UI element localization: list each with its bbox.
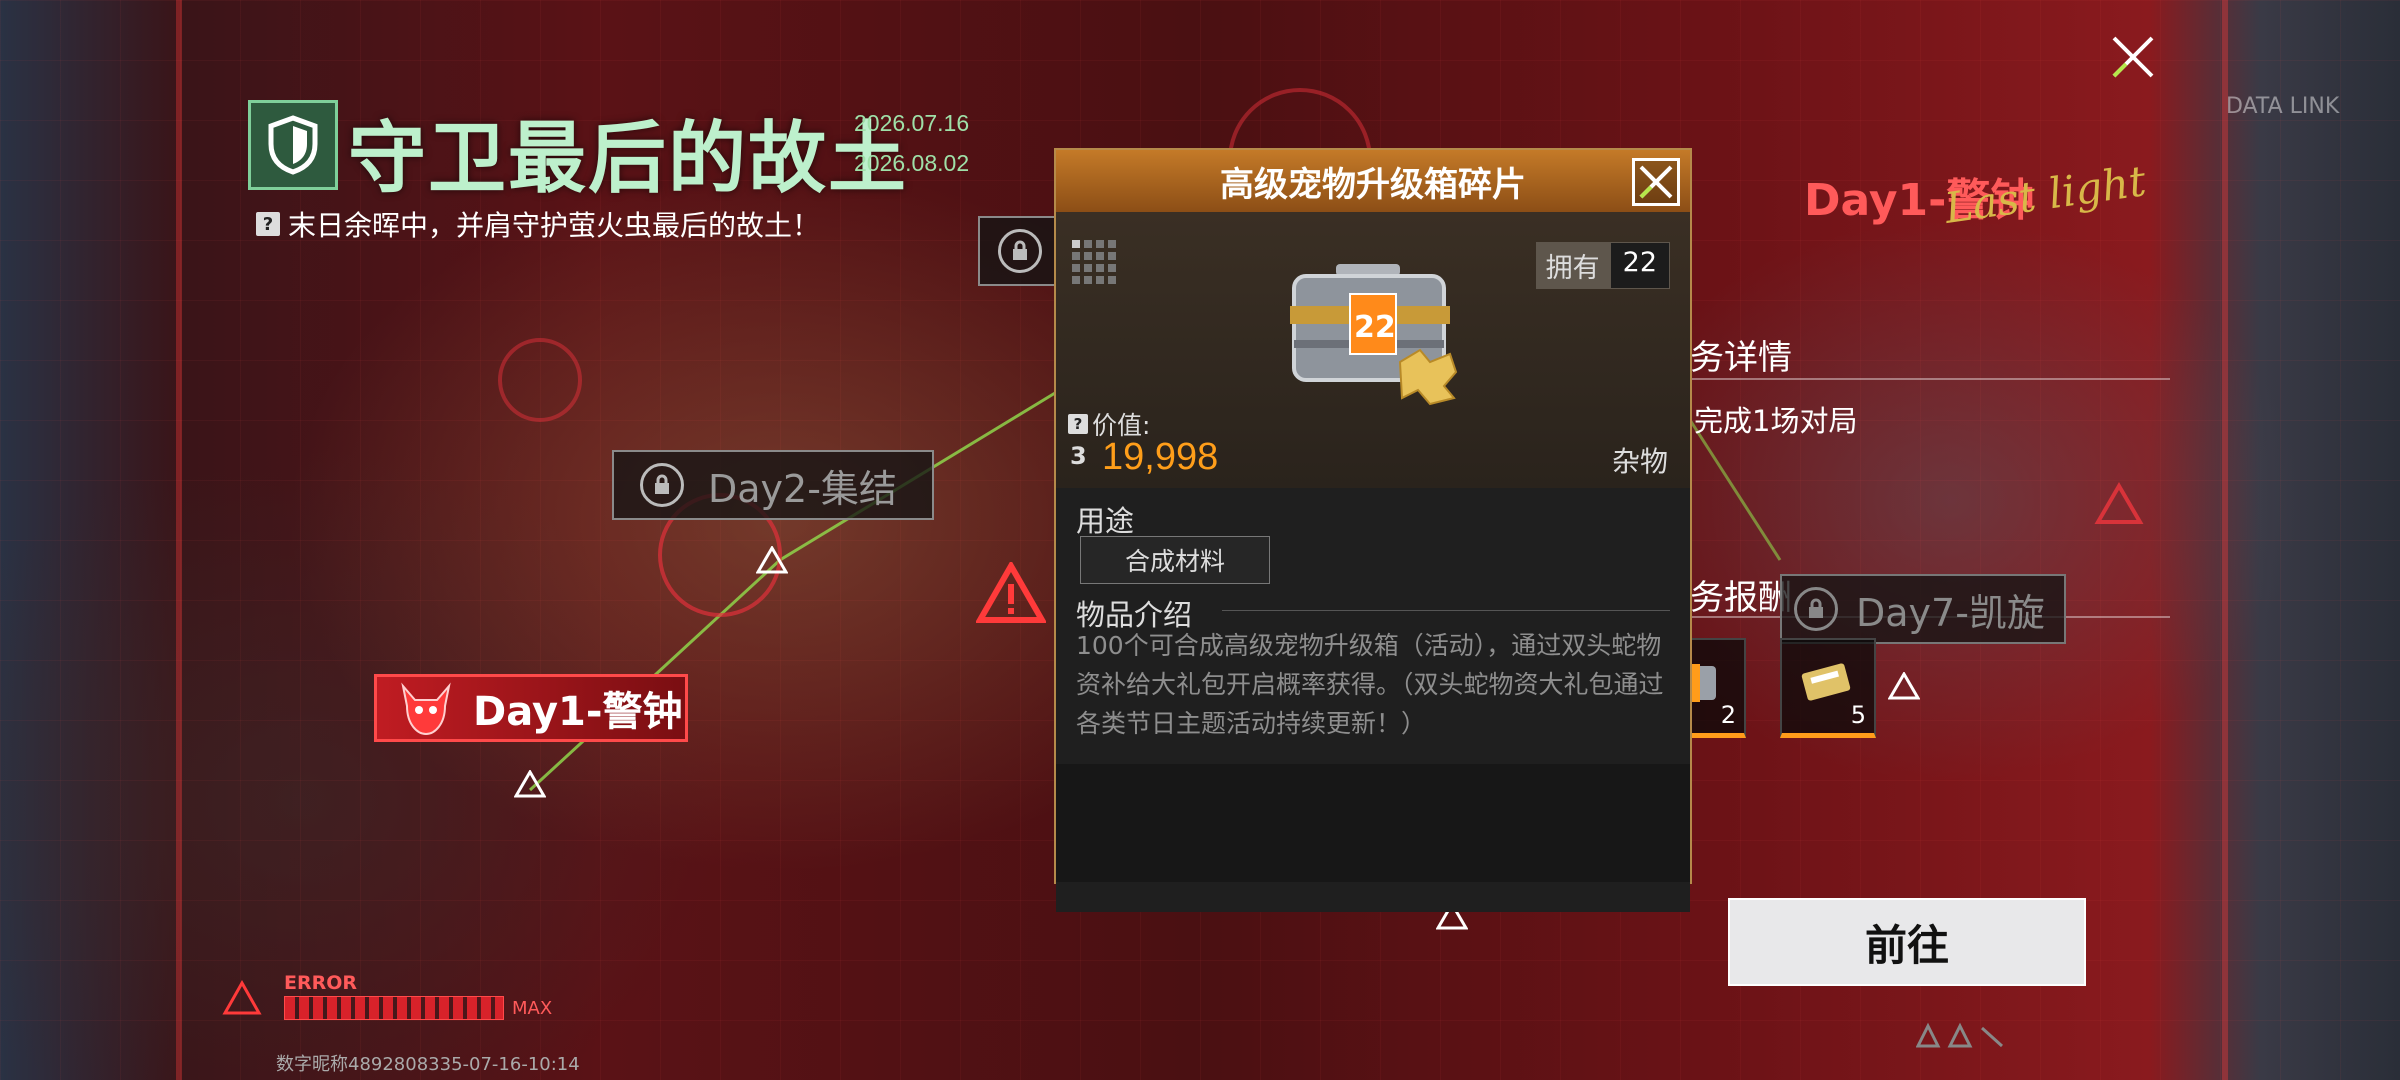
lock-icon [640, 463, 684, 507]
reward-count: 5 [1850, 701, 1866, 729]
help-icon[interactable]: ? [256, 212, 280, 236]
waypoint-triangle-icon [756, 546, 788, 574]
popup-close-button[interactable] [1632, 158, 1680, 206]
lock-icon [1794, 587, 1838, 631]
waypoint-triangle-icon [514, 770, 546, 798]
close-icon[interactable] [2108, 32, 2158, 82]
task-details-heading: 务详情 [1690, 338, 1792, 378]
ticket-icon [1801, 663, 1851, 701]
lock-icon [998, 229, 1042, 273]
usage-heading: 用途 [1076, 504, 1135, 538]
event-date-start: 2026.07.16 [854, 110, 970, 136]
demon-icon [401, 682, 451, 736]
warning-icon [2094, 482, 2144, 524]
player-id-footer: 数字昵称4892808335-07-16-10:14 [276, 1054, 580, 1075]
error-progress-bar [284, 996, 504, 1020]
map-node-day1-label: Day1-警钟 [473, 689, 683, 735]
currency-icon: 3 [1070, 442, 1087, 470]
map-node-day7[interactable]: Day7-凯旋 [1780, 574, 2066, 644]
warning-icon [222, 980, 262, 1015]
close-icon [1639, 165, 1673, 199]
task-reward-heading: 务报酬 [1690, 578, 1792, 618]
waypoint-triangle-icon [1888, 672, 1920, 700]
map-node-day2-label: Day2-集结 [708, 466, 897, 511]
reward-count: 2 [1720, 701, 1736, 729]
value-amount: 19,998 [1102, 436, 1219, 478]
usage-tag-label: 合成材料 [1124, 547, 1225, 576]
map-node-day7-label: Day7-凯旋 [1856, 590, 2045, 635]
help-icon[interactable]: ? [1068, 414, 1088, 434]
map-node-locked-top[interactable] [978, 216, 1062, 286]
nav-arrows-icon [1916, 1022, 2004, 1048]
task-description: 完成1场对局 [1694, 404, 1858, 438]
reward-item[interactable]: 5 [1780, 638, 1876, 738]
event-subtitle-row: ? 末日余晖中，并肩守护萤火虫最后的故土！ [256, 204, 820, 244]
usage-tag: 合成材料 [1080, 536, 1270, 584]
shield-icon [248, 100, 338, 190]
pet-crate-fragment-icon: 22 [1280, 258, 1480, 408]
error-label: ERROR [284, 972, 358, 994]
event-date-end: 2026.08.02 [854, 150, 970, 176]
grid-icon [1072, 240, 1116, 284]
divider [1690, 378, 2170, 380]
event-title: 守卫最后的故土 [348, 114, 909, 204]
item-detail-popup: 高级宠物升级箱碎片 拥有 22 22 ? 价值: 3 19,998 杂物 用途 … [1054, 148, 1692, 912]
max-label: MAX [512, 998, 553, 1019]
map-node-day2[interactable]: Day2-集结 [612, 450, 934, 520]
item-badge-number: 22 [1354, 310, 1396, 345]
item-category: 杂物 [1611, 445, 1668, 478]
divider [1222, 610, 1670, 611]
data-link-label: DATA LINK [2226, 94, 2340, 119]
warning-icon [976, 562, 1046, 623]
item-description: 100个可合成高级宠物升级箱（活动），通过双头蛇物资补给大礼包开启概率获得。（双… [1076, 631, 1664, 738]
owned-count: 22 [1609, 242, 1670, 289]
owned-counter: 拥有 22 [1535, 242, 1670, 289]
owned-label: 拥有 [1535, 242, 1610, 289]
event-subtitle: 末日余晖中，并肩守护萤火虫最后的故土！ [288, 209, 821, 242]
popup-title: 高级宠物升级箱碎片 [1220, 164, 1526, 205]
go-button-label: 前往 [1864, 920, 1949, 970]
go-button[interactable]: 前往 [1728, 898, 2086, 986]
map-node-day1[interactable]: Day1-警钟 [374, 674, 688, 742]
popup-header: 高级宠物升级箱碎片 [1056, 150, 1690, 212]
popup-footer-area [1056, 764, 1690, 882]
